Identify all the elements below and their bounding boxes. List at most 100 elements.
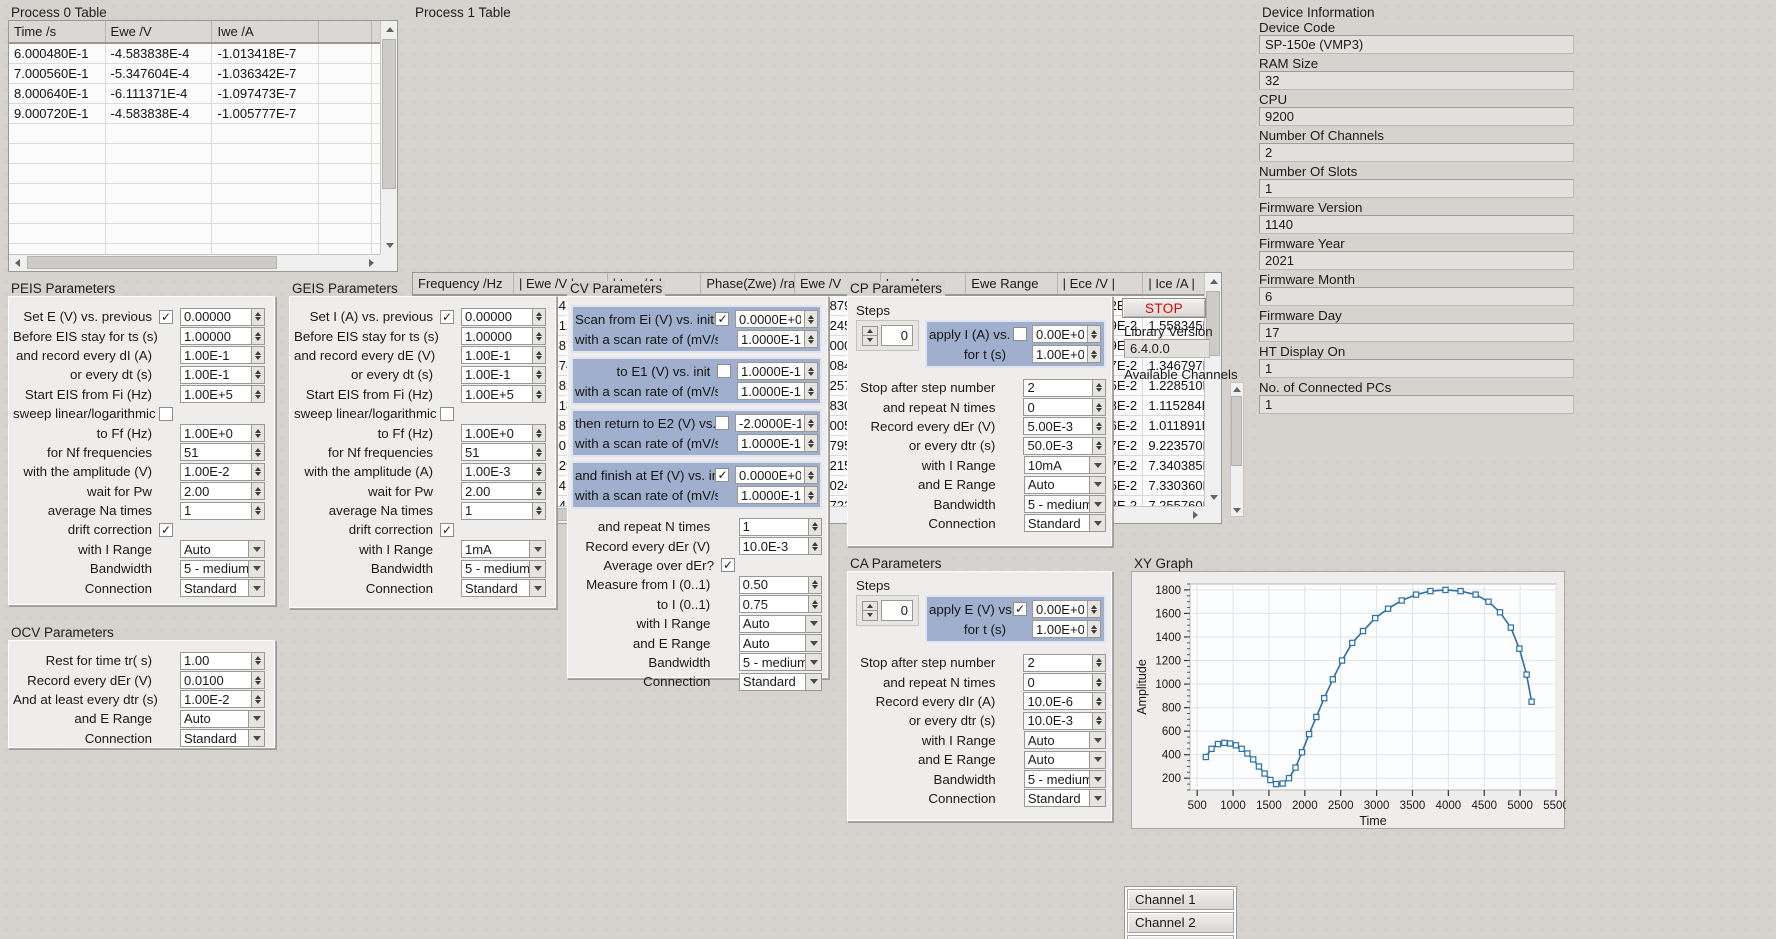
spinner-buttons[interactable] xyxy=(809,537,822,556)
spinner-buttons[interactable] xyxy=(809,595,822,614)
chevron-down-icon[interactable] xyxy=(1089,770,1106,789)
chevron-down-icon[interactable] xyxy=(248,709,265,728)
spinner-buttons[interactable] xyxy=(805,330,818,348)
chevron-down-icon[interactable] xyxy=(1089,475,1106,494)
spinner-buttons[interactable] xyxy=(533,327,546,346)
spinner-buttons[interactable] xyxy=(805,362,818,380)
table-row[interactable] xyxy=(9,223,380,244)
column-header[interactable]: | Ice /A | xyxy=(1142,273,1204,296)
table-cell[interactable] xyxy=(318,243,372,254)
chevron-down-icon[interactable] xyxy=(1089,789,1106,808)
table-cell[interactable] xyxy=(105,163,213,184)
chevron-down-icon[interactable] xyxy=(248,559,265,578)
parameter-value[interactable]: 0.00000 xyxy=(180,307,252,326)
parameter-checkbox[interactable] xyxy=(717,364,732,378)
parameter-value[interactable]: -2.0000E-1 xyxy=(735,414,805,432)
process-0-table[interactable]: Time /s Ewe /V Iwe /A 6.000480E-1 -4.583838E… xyxy=(8,20,398,272)
spinner-buttons[interactable] xyxy=(252,327,265,346)
spinner-buttons[interactable] xyxy=(1092,711,1106,730)
parameter-value[interactable]: 10.0E-3 xyxy=(1023,711,1093,730)
spinner-buttons[interactable] xyxy=(805,382,818,400)
spinner-buttons[interactable] xyxy=(252,365,265,384)
parameter-checkbox[interactable]: ✓ xyxy=(715,312,730,326)
table-cell[interactable]: 7.000560E-1 xyxy=(9,63,106,84)
xy-graph[interactable]: 200 400 600 800 1000 1200 1400 1600 1800 500 1000 1… xyxy=(1131,571,1566,829)
spinner-buttons[interactable] xyxy=(252,385,265,404)
table-cell[interactable] xyxy=(371,123,380,144)
step-up-button[interactable] xyxy=(862,600,878,611)
table-row[interactable] xyxy=(9,243,380,254)
table-cell[interactable] xyxy=(105,203,213,224)
parameter-value[interactable]: 1.0000E-1 xyxy=(737,362,805,380)
spinner-buttons[interactable] xyxy=(533,365,546,384)
table-cell[interactable]: 7.255760E-6 xyxy=(1142,495,1204,506)
table-cell[interactable] xyxy=(371,223,380,244)
parameter-value[interactable]: 1.00E-3 xyxy=(461,462,533,481)
parameter-value[interactable]: 1.00E-2 xyxy=(180,462,252,481)
table-cell[interactable] xyxy=(211,183,320,204)
table-cell[interactable] xyxy=(318,43,372,64)
parameter-value[interactable]: 1 xyxy=(461,501,533,520)
parameter-value[interactable]: 1 xyxy=(738,517,809,536)
spinner-buttons[interactable] xyxy=(533,385,546,404)
chevron-down-icon[interactable] xyxy=(805,672,822,691)
spinner-buttons[interactable] xyxy=(805,310,818,328)
spinner-buttons[interactable] xyxy=(809,575,822,594)
chevron-down-icon[interactable] xyxy=(805,653,822,672)
parameter-value[interactable]: 0.00E+0 xyxy=(1032,600,1088,618)
parameter-dropdown[interactable]: 5 - medium xyxy=(1023,495,1106,514)
table-row[interactable] xyxy=(9,203,380,224)
spinner-buttons[interactable] xyxy=(252,346,265,365)
parameter-value[interactable]: 1.0000E-1 xyxy=(737,382,805,400)
spinner-buttons[interactable] xyxy=(1088,620,1101,638)
table-row[interactable] xyxy=(9,123,380,144)
table-cell[interactable]: 1.115284E-5 xyxy=(1142,395,1204,416)
table-cell[interactable]: -1.005777E-7 xyxy=(211,103,320,124)
parameter-dropdown[interactable]: 5 - medium xyxy=(738,653,822,672)
chevron-down-icon[interactable] xyxy=(1089,514,1106,533)
table-row[interactable] xyxy=(9,183,380,204)
parameter-value[interactable]: 1.00E+5 xyxy=(180,385,252,404)
parameter-value[interactable]: 50.0E-3 xyxy=(1023,436,1093,455)
step-down-button[interactable] xyxy=(862,335,878,346)
step-up-button[interactable] xyxy=(862,325,878,336)
table-cell[interactable] xyxy=(9,163,106,184)
cp-steps-value[interactable]: 0 xyxy=(881,325,913,346)
table-cell[interactable] xyxy=(371,143,380,164)
table-cell[interactable] xyxy=(211,143,320,164)
parameter-checkbox[interactable]: ✓ xyxy=(715,468,730,482)
chevron-down-icon[interactable] xyxy=(529,579,546,598)
table-cell[interactable]: -4.583838E-4 xyxy=(105,43,213,64)
spinner-buttons[interactable] xyxy=(1092,653,1106,672)
table-cell[interactable] xyxy=(371,103,380,124)
parameter-value[interactable]: 1.00000 xyxy=(461,327,533,346)
parameter-dropdown[interactable]: 5 - medium xyxy=(1023,770,1106,789)
spinner-buttons[interactable] xyxy=(1092,417,1106,436)
available-channels-list[interactable]: Channel 1Channel 2Channel 1Channel 1Chan… xyxy=(1124,886,1237,939)
spinner-buttons[interactable] xyxy=(252,424,265,443)
table-cell[interactable]: -1.036342E-7 xyxy=(211,63,320,84)
step-down-button[interactable] xyxy=(862,610,878,621)
table-cell[interactable]: 9.223570E-6 xyxy=(1142,435,1204,456)
spinner-buttons[interactable] xyxy=(805,434,818,452)
parameter-value[interactable]: 1.0000E-1 xyxy=(737,434,805,452)
process-1-vertical-scrollbar[interactable] xyxy=(1204,273,1221,506)
spinner-buttons[interactable] xyxy=(533,346,546,365)
channel-list-item[interactable]: Channel 1 xyxy=(1127,935,1234,939)
table-cell[interactable] xyxy=(211,123,320,144)
column-header[interactable]: Frequency /Hz xyxy=(413,273,515,296)
parameter-dropdown[interactable]: 5 - medium xyxy=(180,559,265,578)
spinner-buttons[interactable] xyxy=(805,414,818,432)
parameter-value[interactable]: 1.00E-1 xyxy=(461,365,533,384)
parameter-dropdown[interactable]: Standard xyxy=(180,579,265,598)
parameter-dropdown[interactable]: Standard xyxy=(1023,789,1106,808)
table-cell[interactable] xyxy=(9,123,106,144)
spinner-buttons[interactable] xyxy=(1092,436,1106,455)
table-cell[interactable]: 6.000480E-1 xyxy=(9,43,106,64)
parameter-value[interactable]: 1.00000 xyxy=(180,327,252,346)
table-cell[interactable] xyxy=(371,183,380,204)
chevron-down-icon[interactable] xyxy=(248,729,265,748)
spinner-buttons[interactable] xyxy=(533,482,546,501)
parameter-dropdown[interactable]: Auto xyxy=(1023,750,1106,769)
parameter-value[interactable]: 2.00 xyxy=(461,482,533,501)
